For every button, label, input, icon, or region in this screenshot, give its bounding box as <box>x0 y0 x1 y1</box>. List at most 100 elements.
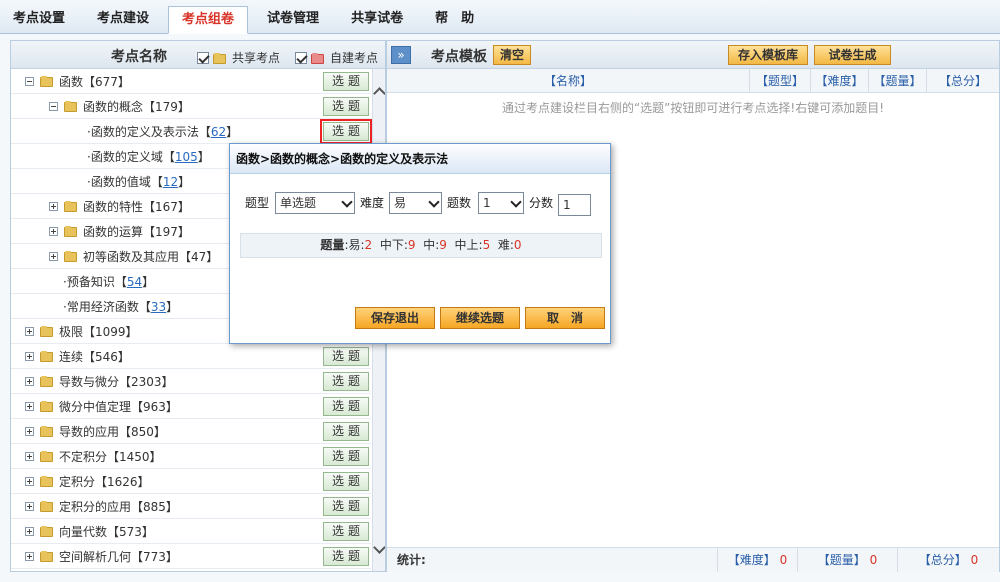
stat-medium-low-value: 9 <box>407 238 416 252</box>
expand-toggle-icon[interactable] <box>25 476 34 486</box>
tree-row-label: ·函数的定义域【105】 <box>87 148 210 165</box>
scroll-up-icon[interactable] <box>373 87 385 100</box>
tab-shijuan-guanli[interactable]: 试卷管理 <box>254 6 332 34</box>
own-checkbox[interactable] <box>295 51 307 64</box>
stat-difficulty: 【难度】 0 <box>717 548 797 572</box>
question-type-select[interactable]: 单选题 <box>275 192 355 214</box>
pick-button[interactable]: 选题 <box>323 547 369 566</box>
tree-row-label: ·预备知识【54】 <box>63 273 154 290</box>
expand-toggle-icon[interactable] <box>25 551 34 561</box>
question-count-select[interactable]: 1 <box>478 192 524 214</box>
tree-row[interactable]: 函数【677】 选题 <box>11 69 371 94</box>
question-count-link[interactable]: 33 <box>151 300 166 314</box>
tree-row[interactable]: 函数的概念【179】 选题 <box>11 94 371 119</box>
chevron-down-icon <box>428 196 440 208</box>
tree-row[interactable]: 不定积分【1450】 选题 <box>11 444 371 469</box>
tree-row-label: ·常用经济函数【33】 <box>63 298 178 315</box>
column-total[interactable]: 【总分】 <box>926 69 999 93</box>
stat-total: 【总分】 0 <box>897 548 999 572</box>
continue-select-button[interactable]: 继续选题 <box>440 307 520 329</box>
expand-toggle-icon[interactable] <box>25 501 34 511</box>
collapse-panel-icon[interactable]: » <box>391 46 411 64</box>
shared-checkbox[interactable] <box>197 51 209 64</box>
tab-kaodian-zujuan[interactable]: 考点组卷 <box>168 6 249 34</box>
column-quantity[interactable]: 【题量】 <box>868 69 926 93</box>
expand-toggle-icon[interactable] <box>25 451 34 461</box>
tree-row[interactable]: 连续【546】 选题 <box>11 344 371 369</box>
legend-own[interactable]: 自建考点 <box>295 49 378 66</box>
question-count-label: 题数 <box>447 196 472 210</box>
tree-row-label: 不定积分【1450】 <box>59 449 162 464</box>
collapse-toggle-icon[interactable] <box>49 101 58 111</box>
tree-row-label: 导数的应用【850】 <box>59 424 166 439</box>
difficulty-select[interactable]: 易 <box>389 192 442 214</box>
tree-row-label: 连续【546】 <box>59 349 130 364</box>
pick-button[interactable]: 选题 <box>323 347 369 366</box>
expand-toggle-icon[interactable] <box>49 226 58 236</box>
pick-button-highlighted[interactable]: 选题 <box>320 119 372 144</box>
stat-difficulty-value: 0 <box>779 553 788 567</box>
legend-shared[interactable]: 共享考点 <box>197 49 280 66</box>
cancel-button[interactable]: 取 消 <box>525 307 605 329</box>
tree-row[interactable]: 导数的应用【850】 选题 <box>11 419 371 444</box>
score-input[interactable]: 1 <box>558 194 591 216</box>
pick-button[interactable]: 选题 <box>323 97 369 116</box>
question-count-link[interactable]: 62 <box>211 125 226 139</box>
scroll-down-icon[interactable] <box>373 541 385 554</box>
stat-easy-value: 2 <box>364 238 373 252</box>
pick-button[interactable]: 选题 <box>323 397 369 416</box>
tree-row[interactable]: ·函数的定义及表示法【62】 选题 <box>11 119 372 144</box>
stat-medium-value: 9 <box>439 238 447 252</box>
stat-difficulty-label: 【难度】 <box>727 553 776 567</box>
tree-row[interactable]: 向量代数【573】 选题 <box>11 519 371 544</box>
column-type[interactable]: 【题型】 <box>749 69 810 93</box>
tree-row[interactable]: 定积分的应用【885】 选题 <box>11 494 371 519</box>
tab-kaodian-shezhi[interactable]: 考点设置 <box>0 6 78 34</box>
folder-icon <box>40 76 53 87</box>
expand-toggle-icon[interactable] <box>25 401 34 411</box>
pick-button[interactable]: 选题 <box>323 522 369 541</box>
tab-gongxiang-shijuan[interactable]: 共享试卷 <box>338 6 416 34</box>
expand-toggle-icon[interactable] <box>49 251 58 261</box>
leaf-tail: 】 <box>142 274 155 289</box>
tree-row[interactable]: 导数与微分【2303】 选题 <box>11 369 371 394</box>
pick-button[interactable]: 选题 <box>323 497 369 516</box>
question-count-link[interactable]: 105 <box>175 150 198 164</box>
tree-row[interactable]: 定积分【1626】 选题 <box>11 469 371 494</box>
question-stock-stats: 题量:易:2 中下:9 中:9 中上:5 难:0 <box>240 233 602 258</box>
tree-row[interactable]: 微分中值定理【963】 选题 <box>11 394 371 419</box>
tab-help[interactable]: 帮 助 <box>422 6 487 34</box>
tab-kaodian-jianshe[interactable]: 考点建设 <box>84 6 162 34</box>
expand-toggle-icon[interactable] <box>25 351 34 361</box>
collapse-toggle-icon[interactable] <box>25 76 34 86</box>
tree-row[interactable]: 空间解析几何【773】 选题 <box>11 544 371 569</box>
folder-icon <box>40 551 53 562</box>
folder-icon <box>40 526 53 537</box>
column-difficulty[interactable]: 【难度】 <box>810 69 868 93</box>
question-count-link[interactable]: 12 <box>163 175 178 189</box>
save-to-template-library-button[interactable]: 存入模板库 <box>728 45 808 65</box>
pick-button[interactable]: 选题 <box>323 447 369 466</box>
stat-hard-value: 0 <box>513 238 522 252</box>
leaf-tail: 】 <box>197 149 210 164</box>
stat-quantity-value: 0 <box>869 553 878 567</box>
save-exit-button[interactable]: 保存退出 <box>355 307 435 329</box>
pick-button[interactable]: 选题 <box>323 422 369 441</box>
expand-toggle-icon[interactable] <box>49 201 58 211</box>
clear-button[interactable]: 清空 <box>493 45 531 65</box>
stat-medium-high-value: 5 <box>482 238 491 252</box>
tree-row-label: 初等函数及其应用【47】 <box>83 249 219 264</box>
column-name[interactable]: 【名称】 <box>387 69 749 93</box>
generate-paper-button[interactable]: 试卷生成 <box>814 45 891 65</box>
pick-button[interactable]: 选题 <box>323 372 369 391</box>
expand-toggle-icon[interactable] <box>25 326 34 336</box>
expand-toggle-icon[interactable] <box>25 376 34 386</box>
stat-medium-low-label: 中下 <box>379 238 404 252</box>
expand-toggle-icon[interactable] <box>25 526 34 536</box>
folder-icon <box>40 351 53 362</box>
pick-button[interactable]: 选题 <box>323 72 369 91</box>
folder-icon <box>40 476 53 487</box>
expand-toggle-icon[interactable] <box>25 426 34 436</box>
pick-button[interactable]: 选题 <box>323 472 369 491</box>
question-count-link[interactable]: 54 <box>127 275 142 289</box>
